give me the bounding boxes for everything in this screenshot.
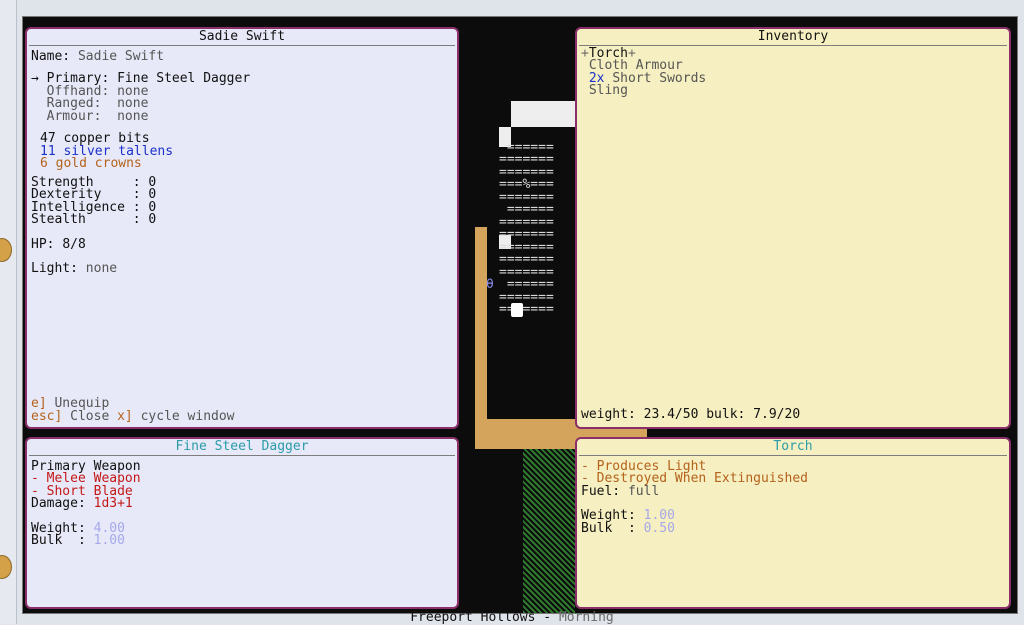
close-key[interactable]: esc] xyxy=(31,409,62,424)
bulk-label: Bulk : xyxy=(581,520,636,536)
light-row: Light: none xyxy=(31,261,453,276)
door-icon: θ xyxy=(486,277,494,292)
inventory-weight: weight: 23.4/50 bulk: 7.9/20 xyxy=(581,406,801,422)
stat-value: 0 xyxy=(148,212,157,227)
inventory-panel: Inventory +Torch+ Cloth Armour 2x Short … xyxy=(575,27,1011,429)
game-viewport[interactable]: ====== ======= ======= ===%=== ======= =… xyxy=(22,16,1018,614)
stats-list: Strength : 0 Dexterity : 0 Intelligence … xyxy=(31,176,453,227)
item-name: Sling xyxy=(588,83,628,98)
inventory-title: Inventory xyxy=(579,30,1007,46)
light-value: none xyxy=(85,261,118,276)
money-list: 47 copper bits 11 silver tallens 6 gold … xyxy=(31,132,453,171)
hp-label: HP: xyxy=(31,236,55,252)
inventory-list: +Torch+ Cloth Armour 2x Short Swords Sli… xyxy=(581,47,1005,98)
bulk-value: 1.00 xyxy=(93,533,125,548)
cycle-key[interactable]: x] xyxy=(117,409,133,424)
torch-panel: Torch - Produces Light - Destroyed When … xyxy=(575,437,1011,609)
light-label: Light: xyxy=(31,261,78,276)
time-of-day: Morning xyxy=(558,610,614,625)
torch-title: Torch xyxy=(579,440,1007,456)
player-icon xyxy=(511,303,523,317)
inventory-item-short-swords[interactable]: 2x Short Swords xyxy=(581,72,1005,86)
page-edge xyxy=(0,0,17,624)
weapon-bulk: Bulk : 1.00 xyxy=(31,533,453,548)
gold-count: 6 gold crowns xyxy=(40,156,142,171)
character-title: Sadie Swift xyxy=(29,30,455,46)
building-roof xyxy=(511,101,577,127)
character-panel: Sadie Swift Name: Sadie Swift → Primary:… xyxy=(25,27,459,429)
name-value: Sadie Swift xyxy=(77,48,165,64)
stat-label: Stealth xyxy=(31,212,86,227)
name-row: Name: Sadie Swift xyxy=(31,48,453,64)
name-label: Name: xyxy=(31,48,71,64)
inventory-item-sling[interactable]: Sling xyxy=(581,83,1005,98)
equipment-list: → Primary: Fine Steel Dagger Offhand: no… xyxy=(31,72,453,124)
damage-value: 1d3+1 xyxy=(93,496,133,511)
fuel-value: full xyxy=(627,483,660,499)
bulk-label: Bulk : xyxy=(31,533,86,548)
torch-bulk: Bulk : 0.50 xyxy=(581,520,1005,536)
weapon-damage: Damage: 1d3+1 xyxy=(31,496,453,511)
item-prefix xyxy=(581,83,589,98)
fuel-label: Fuel: xyxy=(581,483,621,499)
floor-tiles: ====== ======= ======= ===%=== ======= =… xyxy=(499,139,554,317)
equipment-armour[interactable]: Armour: none xyxy=(31,108,453,124)
equipment-marker xyxy=(31,109,39,124)
stat-stealth: Stealth : 0 xyxy=(31,212,157,227)
weapon-title: Fine Steel Dagger xyxy=(29,440,455,456)
status-separator: - xyxy=(543,610,552,625)
torch-fuel: Fuel: full xyxy=(581,483,1005,499)
key-hints: e] Unequip esc] Close x] cycle window xyxy=(31,397,235,424)
grass-strip xyxy=(523,449,575,613)
cycle-text[interactable]: cycle window xyxy=(141,409,235,424)
equipment-value: none xyxy=(117,108,149,124)
hp-row: HP: 8/8 xyxy=(31,236,453,252)
damage-label: Damage: xyxy=(31,496,86,511)
status-bar: Freeport Hollows - Morning xyxy=(0,610,1024,625)
window-hints: esc] Close x] cycle window xyxy=(31,409,235,424)
weapon-panel: Fine Steel Dagger Primary Weapon - Melee… xyxy=(25,437,459,609)
close-text[interactable]: Close xyxy=(70,409,109,424)
hp-value: 8/8 xyxy=(62,236,86,252)
location-name: Freeport Hollows xyxy=(410,610,536,625)
equipment-label: Armour: xyxy=(46,108,102,124)
bulk-value: 0.50 xyxy=(643,520,675,536)
wood-wall-left xyxy=(475,227,487,449)
